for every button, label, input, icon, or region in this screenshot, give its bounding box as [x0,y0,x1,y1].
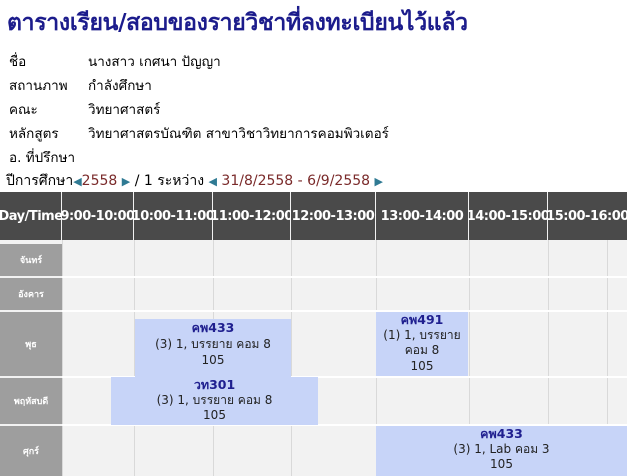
course-desc: (1) 1, บรรยาย คอม 8 [383,327,461,358]
course-code: คพ433 [480,426,523,441]
course-room: 105 [410,358,434,373]
range-label: ระหว่าง [157,173,205,189]
course-desc: (3) 1, Lab คอม 3 [453,441,550,456]
grid-line [62,276,627,278]
header-time-slot: 10:00-11:00 [132,192,215,240]
page-title: ตารางเรียน/สอบของรายวิชาที่ลงทะเบียนไว้แ… [7,10,468,36]
day-thursday: พฤหัสบดี [0,378,62,424]
student-name: นางสาว เกศนา ปัญญา [88,54,221,70]
course-code: คพ491 [400,312,444,327]
date-range: 31/8/2558 - 6/9/2558 [221,173,371,189]
course-room: 105 [201,353,225,367]
advisor-label: อ. ที่ปรึกษา [9,150,76,166]
day-wednesday: พุธ [0,312,62,376]
name-label: ชื่อ [9,54,27,70]
day-monday: จันทร์ [0,244,62,276]
course-block[interactable]: คพ433 (3) 1, บรรยาย คอม 8 105 [135,319,291,378]
header-time-slot: 15:00-16:00 [546,192,627,240]
header-time-slot: 11:00-12:00 [210,192,293,240]
course-room: 105 [203,408,226,422]
semester: / 1 [134,173,153,189]
faculty-label: คณะ [9,102,38,118]
student-status: กำลังศึกษา [88,78,152,94]
course-code: วท301 [193,377,236,392]
prev-week-icon[interactable]: ◀ [209,175,217,188]
student-program: วิทยาศาสตรบัณฑิต สาขาวิชาวิทยาการคอมพิวเ… [88,126,389,142]
header-time-slot: 12:00-13:00 [291,192,375,240]
year-label: ปีการศึกษา [6,173,74,189]
next-week-icon[interactable]: ▶ [375,175,383,188]
course-block[interactable]: วท301 (3) 1, บรรยาย คอม 8 105 [111,377,318,425]
schedule-table: Day/Time 9:00-10:00 10:00-11:00 11:00-12… [0,192,627,476]
grid-line [62,310,627,312]
course-code: คพ433 [191,320,235,335]
program-label: หลักสูตร [9,126,59,142]
next-year-icon[interactable]: ▶ [122,175,130,188]
header-day-time: Day/Time [0,192,63,240]
term-selector: ปีการศึกษา◀2558 ▶ / 1 ระหว่าง ◀ 31/8/255… [6,170,383,192]
day-friday: ศุกร์ [0,426,62,476]
course-desc: (3) 1, บรรยาย คอม 8 [155,337,271,351]
course-desc: (3) 1, บรรยาย คอม 8 [156,392,273,407]
status-label: สถานภาพ [9,78,68,94]
course-room: 105 [490,457,513,471]
student-faculty: วิทยาศาสตร์ [88,102,161,118]
day-tuesday: อังคาร [0,278,62,310]
header-time-slot: 13:00-14:00 [376,192,468,240]
course-block[interactable]: คพ433 (3) 1, Lab คอม 3 105 [376,426,627,476]
prev-year-icon[interactable]: ◀ [73,175,81,188]
course-block[interactable]: คพ491 (1) 1, บรรยาย คอม 8 105 [376,312,468,376]
header-time-slot: 14:00-15:00 [467,192,550,240]
header-time-slot: 9:00-10:00 [60,192,135,240]
academic-year: 2558 [81,173,118,189]
